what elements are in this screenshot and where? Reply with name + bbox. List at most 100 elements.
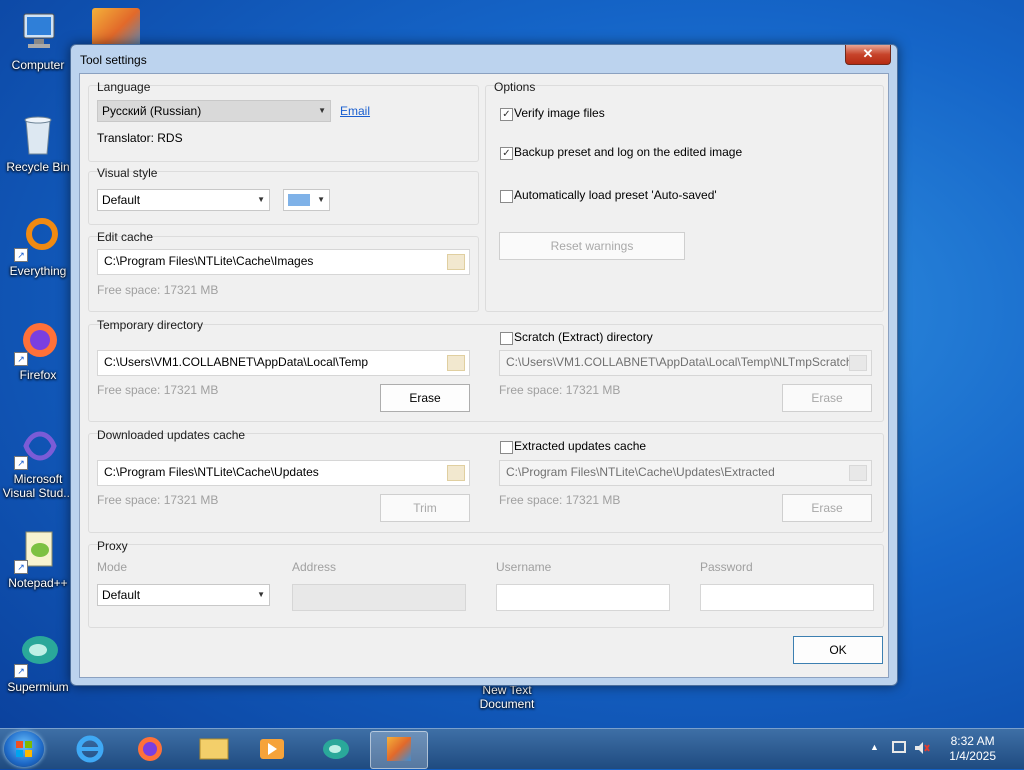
shortcut-arrow-icon: ↗ [14,248,28,262]
extracted-free-space: Free space: 17321 MB [499,493,621,507]
chevron-down-icon: ▼ [318,106,326,115]
scratch-dir-path-text: C:\Users\VM1.COLLABNET\AppData\Local\Tem… [506,355,853,369]
visual-studio-icon: ↗ [14,422,62,470]
everything-icon: ↗ [14,214,62,262]
language-group [88,85,479,162]
desktop-icon-notepad-plus[interactable]: ↗ Notepad++ [2,526,74,590]
volume-muted-icon[interactable] [914,741,930,755]
proxy-username-input[interactable] [496,584,670,611]
taskbar-firefox[interactable] [122,731,178,767]
updates-cache-path[interactable]: C:\Program Files\NTLite\Cache\Updates [97,460,470,486]
desktop-icon-label: New Text Document [479,683,535,711]
taskbar-ntlite[interactable] [370,731,428,769]
desktop-icon-label: Recycle Bin [6,160,70,174]
updates-cache-label: Downloaded updates cache [97,428,246,442]
desktop-icon-label: Everything [9,264,67,278]
desktop-icon-recycle-bin[interactable]: Recycle Bin [2,110,74,174]
temp-dir-free-space: Free space: 17321 MB [97,383,219,397]
settings-panel: Language Русский (Russian) ▼ Email Trans… [79,73,889,678]
reset-warnings-button[interactable]: Reset warnings [499,232,685,260]
autoload-label: Automatically load preset 'Auto-saved' [514,188,717,202]
color-swatch [288,194,310,206]
proxy-label: Proxy [97,539,128,553]
tool-settings-window: Tool settings ✕ Language Русский (Russia… [70,44,898,686]
visual-style-select[interactable]: Default ▼ [97,189,270,211]
title-bar[interactable]: Tool settings ✕ [71,45,897,73]
supermium-icon: ↗ [14,630,62,678]
visual-style-label: Visual style [97,166,158,180]
folder-browse-icon[interactable] [447,465,465,481]
updates-cache-free-space: Free space: 17321 MB [97,493,219,507]
verify-checkbox[interactable]: ✓ [500,108,513,121]
extracted-erase-button[interactable]: Erase [782,494,872,522]
taskbar: ▲ 8:32 AM 1/4/2025 [0,728,1024,769]
extracted-cache-path-text: C:\Program Files\NTLite\Cache\Updates\Ex… [506,465,775,479]
proxy-address-input[interactable] [292,584,466,611]
tray-overflow-icon[interactable]: ▲ [870,742,879,752]
temp-dir-label: Temporary directory [97,318,204,332]
temp-dir-path-text: C:\Users\VM1.COLLABNET\AppData\Local\Tem… [104,355,369,369]
verify-label: Verify image files [514,106,605,120]
extracted-label: Extracted updates cache [514,439,647,453]
taskbar-explorer[interactable] [186,731,242,767]
desktop-icon-label: Notepad++ [8,576,68,590]
clock-date: 1/4/2025 [949,749,996,763]
media-player-icon [260,739,284,759]
extracted-cache-path[interactable]: C:\Program Files\NTLite\Cache\Updates\Ex… [499,460,872,486]
extracted-checkbox[interactable] [500,441,513,454]
ntlite-icon [387,737,411,761]
ok-button[interactable]: OK [793,636,883,664]
options-label: Options [494,80,536,94]
email-link[interactable]: Email [340,104,370,118]
chevron-down-icon: ▼ [257,195,265,204]
close-button[interactable]: ✕ [845,45,891,65]
shortcut-arrow-icon: ↗ [14,664,28,678]
scratch-dir-path[interactable]: C:\Users\VM1.COLLABNET\AppData\Local\Tem… [499,350,872,376]
scratch-free-space: Free space: 17321 MB [499,383,621,397]
network-icon[interactable] [892,741,906,753]
scratch-erase-button[interactable]: Erase [782,384,872,412]
color-picker[interactable]: ▼ [283,189,330,211]
desktop-icon-firefox[interactable]: ↗ Firefox [2,318,74,382]
taskbar-supermium[interactable] [308,731,364,767]
temp-erase-button[interactable]: Erase [380,384,470,412]
clock-time: 8:32 AM [950,734,995,748]
shortcut-arrow-icon: ↗ [14,352,28,366]
edit-cache-label: Edit cache [97,230,154,244]
taskbar-media-player[interactable] [244,731,300,767]
folder-browse-icon[interactable] [447,355,465,371]
desktop-icon-label: Firefox [19,368,57,382]
system-clock[interactable]: 8:32 AM 1/4/2025 [949,734,996,764]
desktop-icon-visual-studio[interactable]: ↗ Microsoft Visual Stud... [2,422,74,500]
trim-button[interactable]: Trim [380,494,470,522]
taskbar-ie[interactable] [62,731,118,767]
desktop-icon-label: Microsoft Visual Stud... [2,472,74,500]
supermium-icon [323,739,349,759]
folder-browse-icon[interactable] [849,465,867,481]
folder-browse-icon[interactable] [447,254,465,270]
proxy-password-label: Password [700,560,753,574]
backup-label: Backup preset and log on the edited imag… [514,145,743,159]
backup-checkbox[interactable]: ✓ [500,147,513,160]
start-button[interactable] [4,731,44,767]
scratch-label: Scratch (Extract) directory [514,330,653,344]
temp-dir-path[interactable]: C:\Users\VM1.COLLABNET\AppData\Local\Tem… [97,350,470,376]
autoload-checkbox[interactable] [500,190,513,203]
desktop-icon-new-text-document[interactable]: New Text Document [472,683,542,711]
desktop-icon-computer[interactable]: Computer [2,8,74,72]
scratch-checkbox[interactable] [500,332,513,345]
desktop-icon-supermium[interactable]: ↗ Supermium [2,630,74,694]
chevron-down-icon: ▼ [317,195,325,204]
internet-explorer-icon [76,735,104,763]
updates-cache-path-text: C:\Program Files\NTLite\Cache\Updates [104,465,319,479]
edit-cache-path[interactable]: C:\Program Files\NTLite\Cache\Images [97,249,470,275]
desktop-icon-everything[interactable]: ↗ Everything [2,214,74,278]
window-title: Tool settings [80,53,147,67]
proxy-password-input[interactable] [700,584,874,611]
folder-browse-icon[interactable] [849,355,867,371]
firefox-icon: ↗ [14,318,62,366]
proxy-mode-select[interactable]: Default ▼ [97,584,270,606]
language-select[interactable]: Русский (Russian) ▼ [97,100,331,122]
computer-icon [14,8,62,56]
proxy-mode-label: Mode [97,560,128,574]
